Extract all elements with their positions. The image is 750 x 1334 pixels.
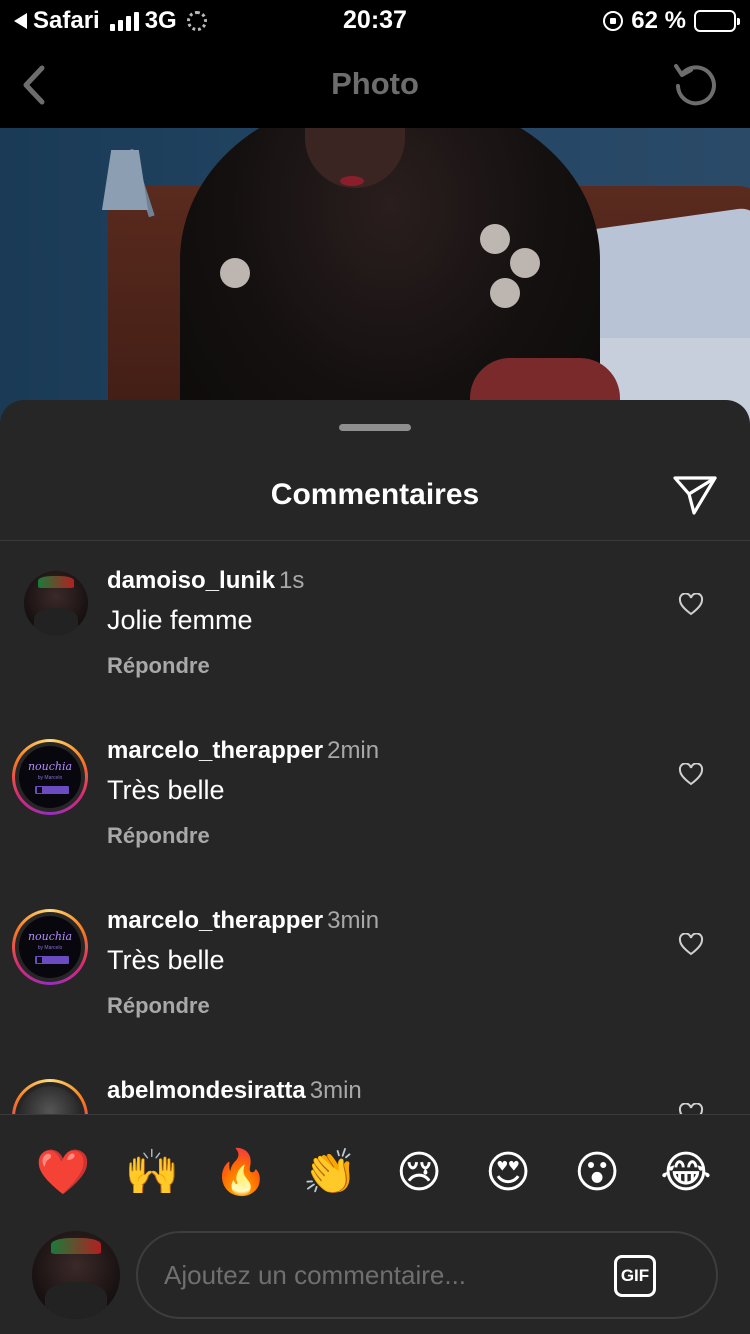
avatar-logo-subtitle: by Marcelo (37, 945, 63, 951)
comment-text: Très belle (107, 945, 225, 975)
post-photo[interactable] (0, 128, 750, 428)
comment-input-placeholder: Ajoutez un commentaire... (164, 1260, 467, 1290)
emoji-raised-hands-button[interactable]: 🙌 (122, 1143, 182, 1203)
avatar-logo-title: nouchia (27, 930, 73, 943)
comment-time: 3min (327, 907, 380, 934)
comment-username[interactable]: abelmondesiratta (107, 1077, 306, 1104)
comment-composer-area: ❤️ 🙌 🔥 👏 😢 😍 😮 😂 Ajoutez un commentaire.… (0, 1114, 750, 1334)
heart-icon[interactable] (678, 933, 704, 957)
avatar-story-ring[interactable]: nouchia by Marcelo (12, 909, 88, 985)
avatar-logo-badge (35, 956, 69, 964)
avatar: nouchia by Marcelo (19, 746, 81, 808)
emoji-laughing-button[interactable]: 😂 (656, 1143, 716, 1203)
comments-sheet: Commentaires damoiso_lunik 1s Jolie femme… (0, 400, 750, 1334)
emoji-heart-eyes-button[interactable]: 😍 (478, 1143, 538, 1203)
emoji-quick-reactions: ❤️ 🙌 🔥 👏 😢 😍 😮 😂 (0, 1143, 750, 1203)
avatar-logo-badge (35, 786, 69, 794)
refresh-icon[interactable] (672, 60, 720, 108)
battery-icon (694, 10, 740, 32)
sheet-title: Commentaires (270, 478, 480, 511)
comment-username[interactable]: marcelo_therapper (107, 907, 323, 934)
comment-text: Jolie femme (107, 605, 253, 635)
comment-time: 1s (279, 567, 305, 594)
avatar-logo-title: nouchia (27, 760, 73, 773)
emoji-heart-button[interactable]: ❤️ (33, 1143, 93, 1203)
comment-text: Très belle (107, 775, 225, 805)
comment-item: abelmondesiratta 3min (0, 1051, 750, 1114)
emoji-surprised-button[interactable]: 😮 (567, 1143, 627, 1203)
avatar[interactable] (24, 571, 88, 635)
battery-percent: 62 % (631, 7, 686, 34)
reply-button[interactable]: Répondre (107, 653, 210, 679)
avatar: nouchia by Marcelo (19, 916, 81, 978)
avatar (19, 1086, 81, 1114)
gif-button[interactable]: GIF (614, 1255, 656, 1297)
emoji-clapping-button[interactable]: 👏 (300, 1143, 360, 1203)
reply-button[interactable]: Répondre (107, 823, 210, 849)
emoji-crying-button[interactable]: 😢 (389, 1143, 449, 1203)
comment-username[interactable]: marcelo_therapper (107, 737, 323, 764)
orientation-lock-icon (603, 11, 624, 31)
comment-username[interactable]: damoiso_lunik (107, 567, 275, 594)
comment-item: damoiso_lunik 1s Jolie femme Répondre (0, 541, 750, 711)
comment-item: nouchia by Marcelo marcelo_therapper 2min… (0, 711, 750, 881)
comment-item: nouchia by Marcelo marcelo_therapper 3min… (0, 881, 750, 1051)
avatar (32, 1231, 120, 1319)
heart-icon[interactable] (678, 593, 704, 617)
comment-time: 3min (309, 1077, 362, 1104)
avatar-story-ring[interactable] (12, 1079, 88, 1114)
emoji-fire-button[interactable]: 🔥 (211, 1143, 271, 1203)
status-bar: Safari 3G 20:37 62 % (0, 0, 750, 42)
reply-button[interactable]: Répondre (107, 993, 210, 1019)
comment-time: 2min (327, 737, 380, 764)
comment-input[interactable]: Ajoutez un commentaire... GIF (136, 1231, 718, 1319)
nav-bar: Photo (0, 42, 750, 128)
sheet-grabber[interactable] (339, 424, 411, 431)
status-right: 62 % (603, 6, 740, 36)
heart-icon[interactable] (678, 763, 704, 787)
comments-list[interactable]: damoiso_lunik 1s Jolie femme Répondre nou… (0, 541, 750, 1114)
heart-icon[interactable] (678, 1103, 704, 1114)
avatar-logo-subtitle: by Marcelo (37, 775, 63, 781)
page-title: Photo (331, 66, 419, 101)
avatar-story-ring[interactable]: nouchia by Marcelo (12, 739, 88, 815)
paper-plane-icon[interactable] (672, 474, 718, 516)
